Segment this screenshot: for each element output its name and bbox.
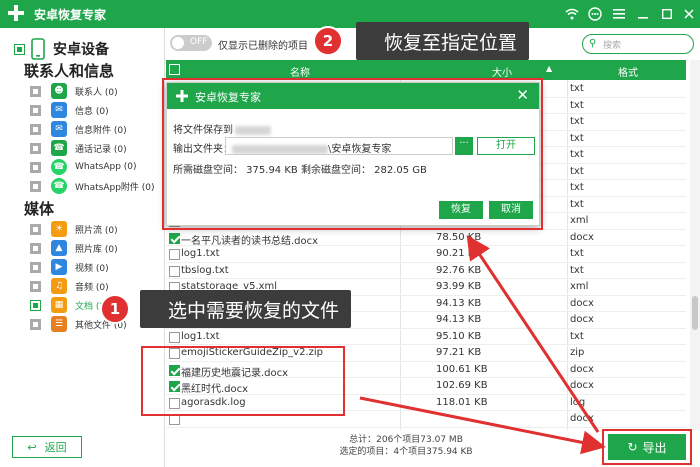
step1-badge: 1 [100, 294, 130, 324]
arrow-export-to-dialog [466, 235, 600, 433]
step2-badge: 2 [313, 26, 343, 56]
step2-callout: 恢复至指定位置 [356, 22, 530, 60]
step2-text: 恢复至指定位置 [384, 31, 518, 54]
step1-callout: 选中需要恢复的文件 [140, 290, 352, 328]
step1-text: 选中需要恢复的文件 [168, 299, 340, 322]
arrow-files-to-export [359, 396, 606, 455]
annotation-arrows [359, 235, 606, 455]
